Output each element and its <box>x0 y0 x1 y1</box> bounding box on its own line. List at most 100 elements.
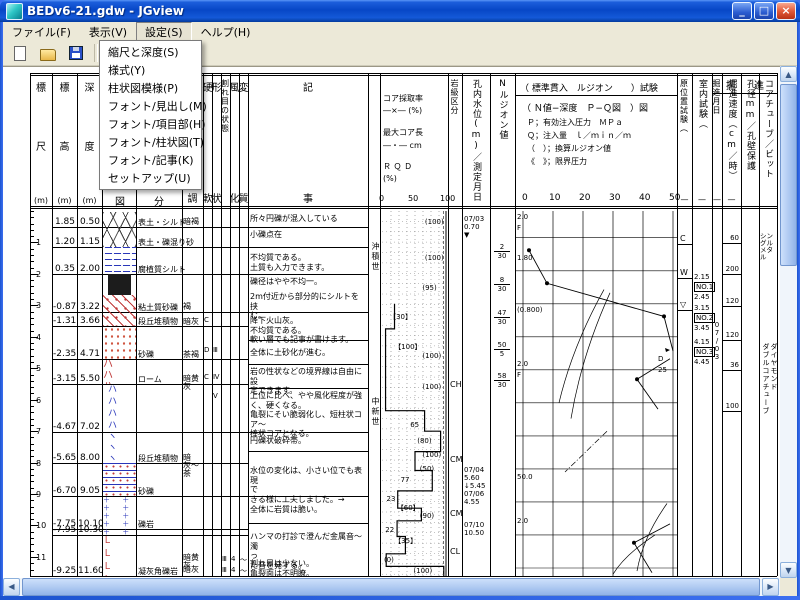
scroll-up-button[interactable]: ▲ <box>780 66 797 82</box>
menu-item-5[interactable]: フォント/柱状図(T) <box>100 133 201 151</box>
rqd-legend-line: (%) <box>383 174 397 183</box>
header-depth-seg: 深 <box>85 79 95 94</box>
elev-value: 1.20 <box>53 237 75 247</box>
close-button[interactable]: × <box>776 2 796 20</box>
menu-item-3[interactable]: フォント/見出し(M) <box>100 97 201 115</box>
scroll-right-button[interactable]: ▶ <box>762 578 779 596</box>
pq-axis-tick: 0 <box>522 193 528 203</box>
rqd-value-label: 【35】 <box>394 536 417 546</box>
remark-separator <box>248 388 368 389</box>
insitu-test-mark: W <box>680 268 688 277</box>
pq-pressure-label: F <box>517 224 521 232</box>
soil-name: 砂礫 <box>138 349 154 360</box>
menu-file[interactable]: ファイル(F) <box>3 22 80 42</box>
rqd-legend-line: ―・― cm <box>383 140 422 151</box>
toolbar-button-new-file[interactable] <box>7 42 32 65</box>
n-depth-pq-chart <box>515 211 677 576</box>
rqd-value-label: (95) <box>422 284 436 292</box>
rock-class-value: CH <box>450 380 462 389</box>
header-insitu: 原位置試験（ <box>679 79 690 133</box>
menu-settings[interactable]: 設定(S) <box>136 22 192 42</box>
toolbar-button-open-folder[interactable] <box>35 42 60 65</box>
ruler-tick <box>30 230 34 231</box>
elev-value: -6.70 <box>53 486 75 496</box>
pq-axis-tick: 20 <box>579 193 590 203</box>
rqd-value-label: (100) <box>425 218 444 226</box>
column-line <box>759 73 760 576</box>
color-tone-value: 茶褐 <box>183 351 203 359</box>
menu-item-0[interactable]: 縮尺と深度(S) <box>100 43 201 61</box>
vertical-scroll-thumb[interactable] <box>780 84 797 266</box>
pq-title-test: （ 標準貫入 ルジオン ）試験 <box>520 81 658 94</box>
rqd-value-label: 65 <box>410 421 419 429</box>
lab-sample-top-depth: 3.15 <box>694 304 710 312</box>
header-remarks-seg: 記 <box>303 79 313 94</box>
lab-sample-top-depth: 2.15 <box>694 273 710 281</box>
menu-item-6[interactable]: フォント/記事(K) <box>100 151 201 169</box>
elev-value: -7.95 <box>53 525 75 535</box>
menu-item-4[interactable]: フォント/項目部(H) <box>100 115 201 133</box>
n-value-blows: 58 <box>494 372 510 381</box>
menu-bar: ファイル(F)表示(V)設定(S)ヘルプ(H) <box>3 22 797 42</box>
toolbar-button-save-floppy[interactable] <box>63 42 88 65</box>
rqd-legend-line: コア採取率 <box>383 93 423 104</box>
menu-help[interactable]: ヘルプ(H) <box>192 22 260 42</box>
header-rod-seg: (m) <box>34 196 48 205</box>
ruler-tick <box>30 299 34 300</box>
ruler-label: 8 <box>36 459 41 468</box>
n-value-blows: 50 <box>494 341 510 350</box>
depth-value: 10.30 <box>78 525 100 535</box>
lithology-band-tuffblue2: ヽ ヽ ヽ ヽ ヽ ヽ ヽ ヽ ヽ ヽ ヽ ヽ ヽ ヽ ヽ ヽ <box>108 432 131 463</box>
narrow-col-mark: Ⅲ <box>222 566 227 574</box>
pq-axis-tick: 40 <box>639 193 650 203</box>
soil-name: 凝灰角礫岩 <box>138 566 178 577</box>
color-tone-value: 暗褐 <box>183 218 203 226</box>
menu-item-1[interactable]: 様式(Y) <box>100 61 201 79</box>
horizontal-scroll-thumb[interactable] <box>22 578 760 596</box>
scroll-left-button[interactable]: ◀ <box>3 578 20 596</box>
vertical-scrollbar[interactable]: ▲ ▼ <box>780 66 797 578</box>
ruler-tick <box>30 475 34 476</box>
scroll-down-button[interactable]: ▼ <box>780 562 797 578</box>
soil-name: 段丘堆積物 <box>138 316 178 327</box>
remark-separator <box>248 496 368 497</box>
horizontal-scrollbar[interactable]: ◀ ▶ <box>3 578 780 596</box>
header-drilldate: 掘進月日 <box>711 79 722 115</box>
maximize-button[interactable]: □ <box>754 2 774 20</box>
lithology-band-plus: ＋ ＋ ＋ ＋ ＋ ＋ ＋ ＋ ＋ ＋ ＋ ＋ ＋ ＋ ＋ ＋ ＋ ＋ ＋ ＋ <box>103 496 136 535</box>
ruler-tick <box>30 375 34 376</box>
header-elev-seg: 標 <box>60 79 70 94</box>
ruler-tick <box>30 293 34 294</box>
remark-separator <box>248 432 368 433</box>
narrow-col-mark: 〜 <box>240 555 247 565</box>
minimize-button[interactable]: _ <box>732 2 752 20</box>
elev-value: -3.15 <box>53 374 75 384</box>
pq-extra-label: 25 <box>658 366 667 374</box>
menu-view[interactable]: 表示(V) <box>80 22 136 42</box>
menu-item-2[interactable]: 柱状図模様(P) <box>100 79 201 97</box>
column-line <box>448 73 449 576</box>
header-shape-seg: 状 <box>212 190 222 205</box>
header-drillspeed: 掘進速度（cm／時） <box>726 79 739 181</box>
header-elev-seg: 高 <box>60 138 70 153</box>
menu-item-7[interactable]: セットアップ(U) <box>100 169 201 187</box>
drill-speed-value: 120 <box>724 297 739 305</box>
lithology-band-silt2 <box>103 463 136 496</box>
header-water: 孔内水位(m)／測定月日 <box>470 79 483 202</box>
rqd-legend-line: 最大コア長 <box>383 127 423 138</box>
soil-name: ローム <box>138 374 162 385</box>
pq-pressure-label: 2.0 <box>517 213 528 221</box>
title-bar[interactable]: BEDv6-21.gdw - JGview _ □ × <box>0 0 800 22</box>
header-rod: 標尺(m) <box>30 79 52 205</box>
header-depth-seg: (m) <box>82 196 96 205</box>
n-value-pen: 30 <box>494 381 510 389</box>
n-value: 5830 <box>494 372 510 389</box>
lab-sample-top-depth: 4.15 <box>694 338 710 346</box>
settings-dropdown-menu: 縮尺と深度(S)様式(Y)柱状図模様(P)フォント/見出し(M)フォント/項目部… <box>99 40 202 190</box>
header-alter-seg: 質 <box>239 190 249 205</box>
window-border-left <box>0 22 3 600</box>
n-value-blows: 8 <box>494 276 510 285</box>
ruler-tick <box>30 331 34 332</box>
pq-axis-tick: 30 <box>609 193 620 203</box>
narrow-col-mark: 4 <box>231 566 235 574</box>
